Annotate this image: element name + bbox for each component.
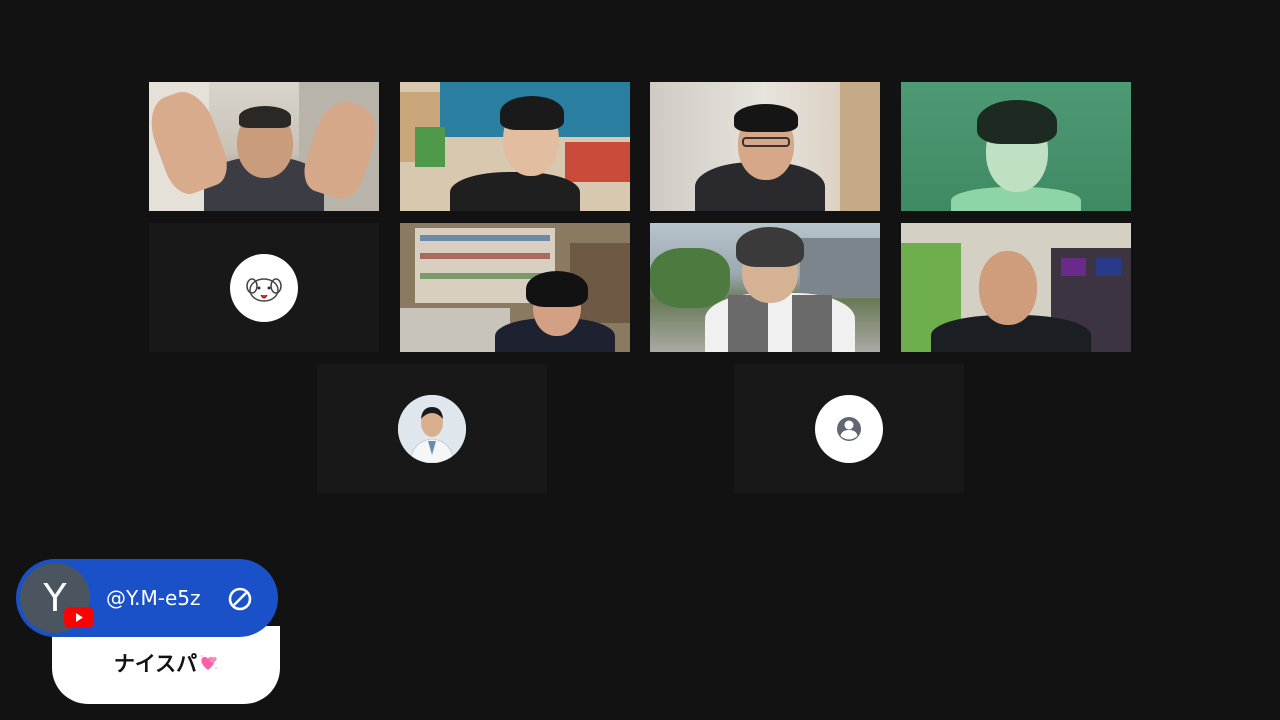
participant-tile-8[interactable] [901, 223, 1131, 352]
participant-tile-10[interactable] [734, 364, 964, 493]
video-feed [901, 223, 1131, 352]
sparkling-hearts-icon [201, 655, 218, 670]
participant-tile-5[interactable] [149, 223, 379, 352]
chat-message: ナイスパ [52, 648, 280, 678]
participant-avatar [230, 253, 298, 322]
participant-tile-6[interactable] [400, 223, 630, 352]
participant-tile-3[interactable] [650, 82, 880, 211]
chat-author-name: @Y.M-e5z [106, 586, 201, 610]
video-feed [650, 82, 880, 211]
video-feed [400, 223, 630, 352]
youtube-icon [64, 607, 94, 628]
block-user-icon[interactable] [227, 586, 253, 612]
participant-tile-9[interactable] [317, 364, 547, 493]
cartoon-character-icon [246, 277, 282, 302]
participant-tile-1[interactable] [149, 82, 379, 211]
video-feed [901, 82, 1131, 211]
chat-message-text: ナイスパ [113, 652, 198, 676]
profile-photo-icon [398, 394, 466, 463]
meeting-stage: ナイスパ Y @Y.M-e5z [0, 0, 1280, 720]
video-feed [650, 223, 880, 352]
default-user-icon [837, 416, 861, 441]
participant-tile-2[interactable] [400, 82, 630, 211]
participant-tile-4[interactable] [901, 82, 1131, 211]
participant-tile-7[interactable] [650, 223, 880, 352]
participant-avatar [815, 394, 883, 463]
participant-avatar [398, 394, 466, 463]
video-feed [149, 82, 379, 211]
video-feed [400, 82, 630, 211]
